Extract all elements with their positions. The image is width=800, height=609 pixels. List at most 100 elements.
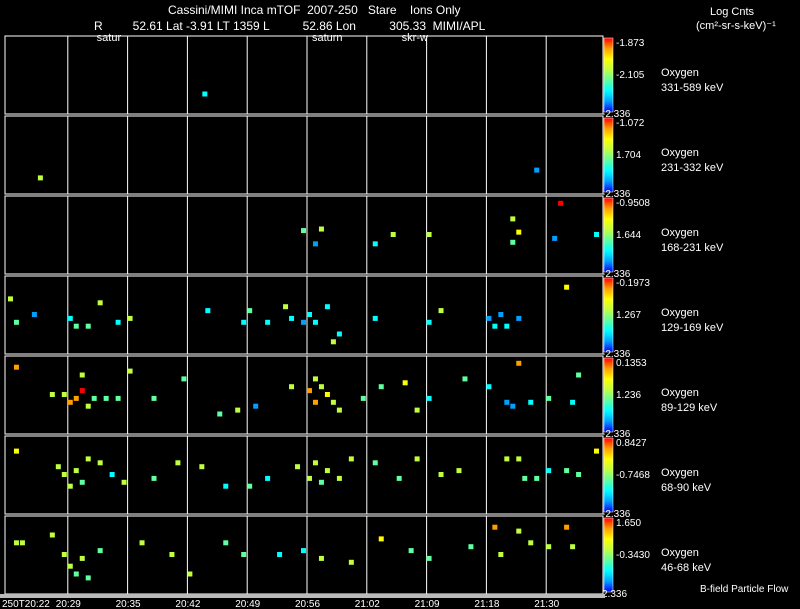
data-point (516, 456, 522, 462)
data-point (324, 468, 330, 474)
data-point (486, 315, 492, 321)
panel-68-90-keV: 0.8427-0.7468-2.336Oxygen68-90 keV (4, 435, 712, 520)
x-tick-label: 20:42 (175, 599, 200, 609)
data-point (348, 559, 354, 565)
spectrogram-chart: -1.873-2.105-2.336Oxygen331-589 keV-1.07… (0, 32, 789, 609)
data-point (594, 448, 600, 454)
x-tick-label: 21:09 (415, 599, 440, 609)
colorbar-max-label: 1.650 (616, 518, 641, 529)
data-point (61, 392, 67, 397)
data-point (378, 384, 384, 390)
data-point (151, 475, 157, 481)
data-point (241, 552, 247, 557)
data-point (295, 464, 301, 470)
data-point (558, 200, 564, 206)
data-point (121, 479, 127, 485)
data-point (372, 315, 378, 321)
data-point (318, 226, 324, 232)
data-point (85, 456, 91, 462)
data-point (97, 460, 103, 466)
panel-89-129-keV: 0.13531.236-2.336Oxygen89-129 keV (4, 355, 718, 440)
data-point (19, 540, 25, 546)
data-point (289, 315, 295, 321)
data-point (498, 552, 504, 557)
data-point (73, 323, 79, 329)
data-point (414, 456, 420, 462)
colorbar (603, 37, 614, 113)
data-point (426, 319, 432, 325)
colorbar-max-label: -1.873 (616, 38, 645, 49)
data-point (564, 524, 570, 530)
data-point (504, 456, 510, 462)
data-point (13, 540, 19, 546)
data-point (306, 312, 312, 317)
energy-label: 231-332 keV (661, 162, 724, 174)
data-point (301, 228, 306, 234)
data-point (85, 403, 91, 409)
species-label: Oxygen (661, 547, 699, 559)
data-point (402, 380, 408, 386)
data-point (486, 384, 492, 390)
panels-group: -1.873-2.105-2.336Oxygen331-589 keV-1.07… (4, 35, 724, 600)
data-point (289, 384, 295, 390)
data-point (79, 555, 85, 561)
footer-label: B-field Particle Flow (700, 584, 789, 595)
data-point (151, 395, 157, 401)
data-point (324, 392, 330, 397)
data-point (330, 399, 336, 405)
panel-frame (4, 195, 604, 275)
data-point (312, 319, 318, 325)
x-tick-label: 21:30 (534, 599, 559, 609)
event-label: skr-w (402, 32, 428, 44)
colorbar-max-label: 0.8427 (616, 438, 647, 449)
data-point (199, 464, 205, 470)
data-point (426, 555, 432, 561)
data-point (438, 472, 444, 477)
data-point (67, 563, 73, 569)
panel-46-68-keV: 1.650 -0.3430 2.336 Oxygen 46-68 keV (4, 515, 712, 600)
energy-label: 168-231 keV (661, 242, 724, 254)
data-point (504, 323, 510, 329)
data-point (372, 241, 378, 247)
data-point (522, 475, 528, 481)
data-point (462, 376, 468, 382)
data-point (169, 552, 175, 557)
data-point (510, 403, 516, 409)
energy-label: 68-90 keV (661, 482, 712, 494)
data-point (13, 364, 19, 370)
data-point (115, 319, 121, 325)
panel-331-589-keV: -1.873-2.105-2.336Oxygen331-589 keV (4, 35, 724, 120)
data-point (426, 395, 432, 401)
data-point (223, 483, 229, 489)
energy-label: 331-589 keV (661, 82, 724, 94)
data-point (13, 448, 19, 454)
data-point (516, 229, 522, 235)
data-point (576, 472, 582, 477)
colorbar-mid-label: -2.105 (616, 70, 645, 81)
data-point (67, 399, 73, 405)
data-point (127, 315, 133, 321)
data-point (510, 239, 516, 245)
colorbar (603, 197, 614, 273)
data-point (61, 552, 67, 557)
data-point (73, 468, 79, 474)
data-point (348, 456, 354, 462)
colorbar-mid-label: 1.236 (616, 390, 641, 401)
data-point (312, 241, 318, 247)
data-point (202, 91, 208, 97)
data-point (534, 475, 540, 481)
data-point (301, 319, 306, 325)
colorbar (603, 277, 614, 353)
data-point (426, 232, 432, 237)
panel-frame (4, 35, 604, 115)
panel-129-169-keV: -0.19731.267-2.336Oxygen129-169 keV (4, 275, 724, 360)
colorbar-max-label: -1.072 (616, 118, 645, 129)
data-point (516, 360, 522, 366)
data-point (247, 483, 253, 489)
x-tick-label: 250T20:22 (2, 599, 50, 609)
data-point (31, 312, 37, 317)
data-point (564, 468, 570, 474)
data-point (528, 399, 534, 405)
colorbar-mid-label: -0.3430 (616, 550, 650, 561)
species-label: Oxygen (661, 467, 699, 479)
